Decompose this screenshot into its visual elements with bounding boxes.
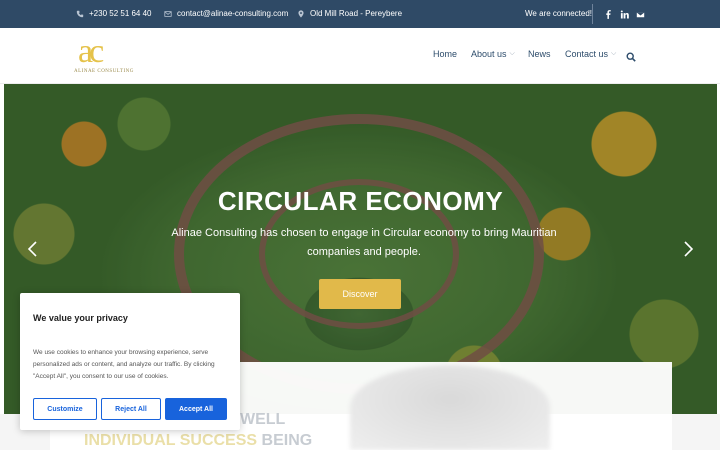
heading-line1-text: WELL [240, 411, 286, 428]
nav-about-label: About us [471, 49, 507, 59]
nav-news[interactable]: News [528, 49, 551, 59]
nav-about[interactable]: About us ⌵ [471, 49, 515, 59]
discover-button[interactable]: Discover [319, 279, 401, 309]
site-logo[interactable]: ac ALINAE CONSULTING [74, 33, 133, 77]
logo-mark: ac [78, 33, 104, 70]
address-text: Old Mill Road - Pereybere [310, 9, 403, 18]
hero-description: Alinae Consulting has chosen to engage i… [171, 227, 557, 258]
nav-contact[interactable]: Contact us ⌵ [565, 49, 616, 59]
cookie-title: We value your privacy [33, 313, 128, 323]
facebook-icon[interactable] [603, 9, 613, 19]
person-image [350, 365, 550, 450]
chevron-down-icon: ⌵ [509, 50, 515, 57]
slider-prev-arrow-icon[interactable] [26, 240, 40, 258]
nav-home-label: Home [433, 49, 458, 59]
slider-next-arrow-icon[interactable] [681, 240, 695, 258]
reject-all-button[interactable]: Reject All [101, 398, 161, 420]
envelope-icon [164, 10, 172, 18]
phone-contact[interactable]: +230 52 51 64 40 [76, 9, 152, 18]
address-contact[interactable]: Old Mill Road - Pereybere [297, 9, 402, 18]
mail-icon[interactable] [635, 9, 645, 19]
top-info-bar: +230 52 51 64 40 contact@alinae-consulti… [0, 0, 720, 28]
customize-button[interactable]: Customize [33, 398, 97, 420]
topbar-divider [592, 4, 593, 24]
search-icon[interactable] [626, 49, 636, 62]
heading-highlight-text: INDIVIDUAL SUCCESS [84, 432, 258, 449]
site-header: ac ALINAE CONSULTING Home About us ⌵ News… [0, 28, 720, 84]
nav-news-label: News [528, 49, 551, 59]
section-heading-line1: WELL [240, 411, 285, 429]
email-contact[interactable]: contact@alinae-consulting.com [164, 9, 288, 18]
cookie-description: We use cookies to enhance your browsing … [33, 349, 215, 380]
logo-name: ALINAE CONSULTING [74, 69, 134, 74]
nav-contact-label: Contact us [565, 49, 609, 59]
chevron-down-icon: ⌵ [611, 50, 617, 57]
section-heading-line2: INDIVIDUAL SUCCESS BEING [84, 432, 312, 450]
connection-status: We are connected! [525, 9, 593, 18]
location-pin-icon [297, 9, 305, 18]
accept-all-button[interactable]: Accept All [165, 398, 227, 420]
nav-home[interactable]: Home [433, 49, 457, 59]
cookie-consent-dialog: We value your privacy We use cookies to … [20, 293, 240, 430]
heading-line2-text: BEING [261, 432, 313, 449]
email-address: contact@alinae-consulting.com [177, 9, 289, 18]
phone-icon [76, 10, 84, 18]
hero-title: CIRCULAR ECONOMY [217, 186, 504, 216]
linkedin-icon[interactable] [619, 9, 629, 19]
phone-number: +230 52 51 64 40 [89, 9, 152, 18]
